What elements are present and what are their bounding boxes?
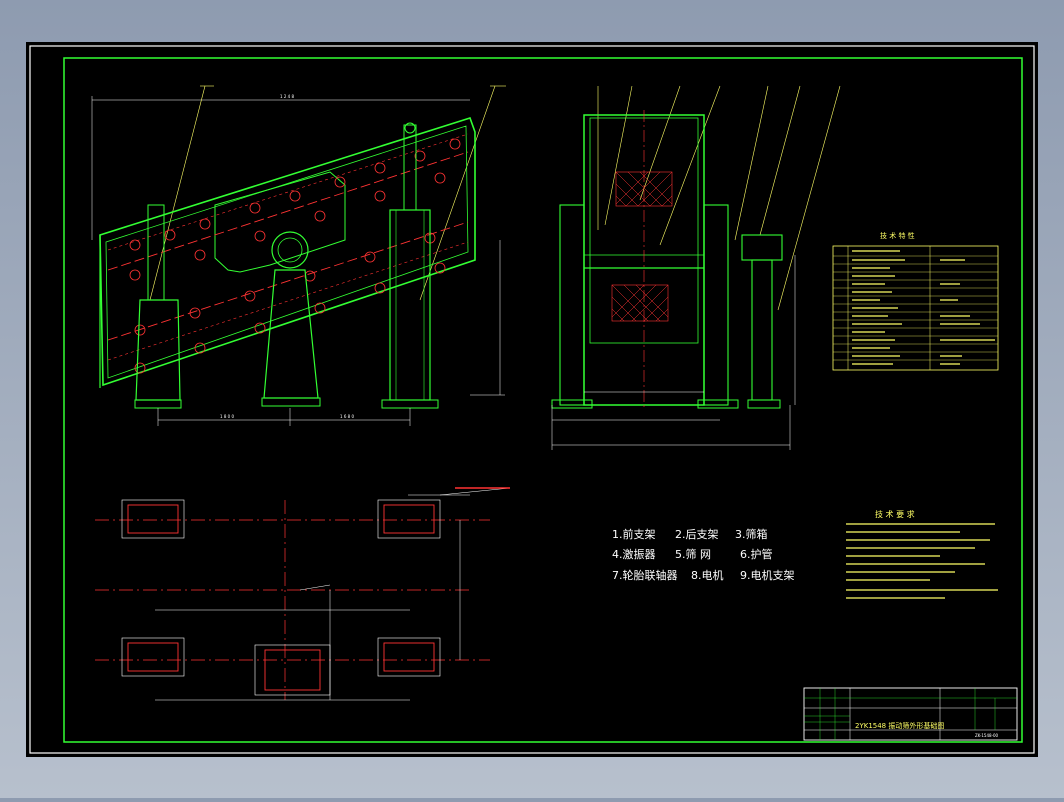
part-label-2: 2.后支架 (675, 528, 719, 541)
part-label-8: 8.电机 (691, 568, 724, 582)
part-label-4: 4.激振器 (612, 547, 656, 561)
part-label-7: 7.轮胎联轴器 (612, 568, 678, 582)
part-label-1: 1.前支架 (612, 527, 656, 541)
drawing-title: 2YK1548 振动筛外形基础图 (855, 721, 944, 730)
svg-text:1 6 8 0: 1 6 8 0 (340, 414, 354, 419)
part-label-6: 6.护管 (740, 547, 773, 561)
drawing-code: ZK-1548-00 (975, 733, 999, 738)
part-label-3: 3.筛箱 (735, 527, 768, 541)
cad-viewport: 1 2 4 8 1 8 0 0 1 6 8 0 技 术 特 性 1.前支架 2.… (0, 0, 1064, 798)
tech-req-title: 技 术 要 求 (875, 509, 915, 519)
parts-list: 1.前支架 2.后支架 3.筛箱 4.激振器 5.筛 网 6.护管 7.轮胎联轴… (612, 527, 795, 582)
svg-text:1 2 4 8: 1 2 4 8 (280, 94, 294, 99)
svg-text:1 8 0 0: 1 8 0 0 (220, 414, 234, 419)
tech-spec-title: 技 术 特 性 (880, 231, 915, 240)
drawing-canvas: 1 2 4 8 1 8 0 0 1 6 8 0 技 术 特 性 1.前支架 2.… (26, 42, 1038, 757)
part-label-5: 5.筛 网 (675, 547, 711, 561)
part-label-9: 9.电机支架 (740, 568, 795, 582)
